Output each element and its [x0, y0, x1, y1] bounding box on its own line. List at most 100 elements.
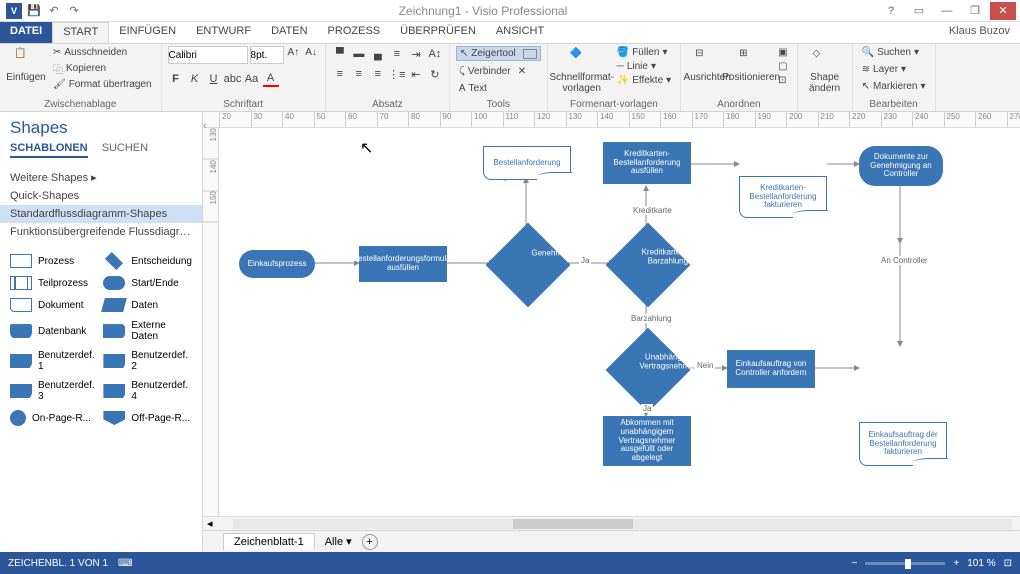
numbering-icon[interactable]: ⋮≡ [389, 66, 405, 82]
node-cc-invoice[interactable]: Kreditkarten-Bestellanforderung fakturie… [739, 176, 827, 218]
stencil-crossfunc[interactable]: Funktionsübergreifende Flussdiagramm-Sha… [0, 223, 202, 241]
node-order-invoice[interactable]: Einkaufsauftrag der Bestellanforderung f… [859, 422, 947, 466]
align-right-icon[interactable]: ≡ [370, 66, 386, 82]
tab-review[interactable]: ÜBERPRÜFEN [390, 22, 486, 43]
node-contractor[interactable]: Unabhängiger Vertragsnehmer? [616, 338, 680, 402]
bold-button[interactable]: F [168, 71, 184, 87]
change-shape-button[interactable]: ◇Shape ändern [804, 46, 846, 96]
group-button[interactable]: ⊡ [775, 74, 790, 87]
tab-view[interactable]: ANSICHT [486, 22, 554, 43]
send-back-button[interactable]: ▢ [775, 60, 790, 73]
layer-button[interactable]: ≋Layer ▾ [859, 63, 909, 76]
node-form[interactable]: Bestellanforderungsformular ausfüllen [359, 246, 447, 282]
node-agreement[interactable]: Abkommen mit unabhängigem Vertragsnehmer… [603, 416, 691, 466]
maximize-button[interactable]: ❐ [962, 2, 988, 20]
node-approved[interactable]: Genehmigt? [496, 233, 560, 297]
quick-styles-button[interactable]: 🔷 Schnellformat-vorlagen [554, 46, 610, 96]
visio-icon[interactable]: V [6, 3, 22, 19]
tab-data[interactable]: DATEN [261, 22, 317, 43]
underline-button[interactable]: U [206, 71, 222, 87]
sheet-all[interactable]: Alle ▾ [325, 535, 352, 548]
grow-font-icon[interactable]: A↑ [286, 46, 302, 64]
align-bottom-icon[interactable]: ▄ [370, 46, 386, 62]
text-dir-icon[interactable]: A↕ [427, 46, 443, 62]
scroll-left-icon[interactable]: ◂ [207, 517, 213, 530]
shape-master[interactable]: Benutzerdef. 2 [101, 347, 194, 375]
ribbon-toggle-icon[interactable]: ▭ [906, 2, 932, 20]
connector-tool-button[interactable]: ⤹Verbinder✕ [456, 65, 529, 78]
shape-master[interactable]: Dokument [8, 295, 99, 315]
copy-button[interactable]: ⿻Kopieren [50, 60, 155, 77]
search-tab[interactable]: SUCHEN [102, 142, 148, 158]
node-req-doc[interactable]: Bestellanforderung [483, 146, 571, 180]
shape-master[interactable]: Externe Daten [101, 317, 194, 345]
stencils-tab[interactable]: SCHABLONEN [10, 142, 88, 158]
zoom-slider[interactable] [865, 562, 945, 565]
close-button[interactable]: ✕ [990, 2, 1016, 20]
format-painter-button[interactable]: 🖌Format übertragen [50, 78, 155, 91]
strike-button[interactable]: abc [225, 71, 241, 87]
tab-file[interactable]: DATEI [0, 22, 52, 43]
user-name[interactable]: Klaus Buzov [939, 22, 1020, 43]
tab-design[interactable]: ENTWURF [186, 22, 261, 43]
outdent-icon[interactable]: ⇤ [408, 66, 424, 82]
case-button[interactable]: Aa [244, 71, 260, 87]
stencil-quick[interactable]: Quick-Shapes [0, 187, 202, 205]
shape-master[interactable]: Benutzerdef. 1 [8, 347, 99, 375]
align-top-icon[interactable]: ▀ [332, 46, 348, 62]
align-middle-icon[interactable]: ▬ [351, 46, 367, 62]
shape-master[interactable]: Teilprozess [8, 273, 99, 293]
node-docs-ctrl[interactable]: Dokumente zur Genehmigung an Controller [859, 146, 943, 186]
italic-button[interactable]: K [187, 71, 203, 87]
position-button[interactable]: ⊞Positionieren [731, 46, 771, 85]
node-order-ctrl[interactable]: Einkaufsauftrag von Controller anfordern [727, 350, 815, 388]
bring-front-button[interactable]: ▣ [775, 46, 790, 59]
panel-collapse-icon[interactable]: ‹ [203, 116, 213, 136]
align-left-icon[interactable]: ≡ [332, 66, 348, 82]
paste-button[interactable]: 📋 Einfügen [6, 46, 46, 85]
undo-icon[interactable]: ↶ [46, 3, 62, 19]
help-icon[interactable]: ? [878, 2, 904, 20]
tab-process[interactable]: PROZESS [318, 22, 391, 43]
save-icon[interactable]: 💾 [26, 3, 42, 19]
indent-icon[interactable]: ⇥ [408, 46, 424, 62]
font-name-input[interactable] [168, 46, 248, 64]
bullets-icon[interactable]: ≡ [389, 46, 405, 62]
redo-icon[interactable]: ↷ [66, 3, 82, 19]
rotate-text-icon[interactable]: ↻ [427, 66, 443, 82]
find-button[interactable]: 🔍Suchen ▾ [859, 46, 922, 59]
zoom-in-button[interactable]: + [953, 558, 959, 569]
tab-start[interactable]: START [52, 22, 109, 43]
zoom-out-button[interactable]: − [852, 558, 858, 569]
font-size-input[interactable] [250, 46, 284, 64]
font-color-button[interactable]: A [263, 71, 279, 87]
lang-icon[interactable]: ⌨ [118, 558, 132, 569]
sheet-tab-1[interactable]: Zeichenblatt-1 [223, 533, 315, 550]
tab-insert[interactable]: EINFÜGEN [109, 22, 186, 43]
node-cc-fill[interactable]: Kreditkarten-Bestellanforderung ausfülle… [603, 142, 691, 184]
fit-window-icon[interactable]: ⊡ [1004, 558, 1012, 569]
h-scrollbar[interactable] [233, 519, 1013, 529]
fill-button[interactable]: 🪣Füllen ▾ [614, 46, 674, 59]
shape-master[interactable]: Daten [101, 295, 194, 315]
shape-master[interactable]: Start/Ende [101, 273, 194, 293]
node-start[interactable]: Einkaufsprozess [239, 250, 315, 278]
shape-master[interactable]: Datenbank [8, 317, 99, 345]
minimize-button[interactable]: — [934, 2, 960, 20]
effects-button[interactable]: ✨Effekte ▾ [614, 74, 674, 87]
node-payment[interactable]: Kreditkarte oder Barzahlung? [616, 233, 680, 297]
shape-master[interactable]: Entscheidung [101, 251, 194, 271]
shrink-font-icon[interactable]: A↓ [303, 46, 319, 64]
shape-master[interactable]: Prozess [8, 251, 99, 271]
pointer-tool-button[interactable]: ↖Zeigertool [456, 46, 541, 61]
drawing-canvas[interactable]: Einkaufsprozess Bestellanforderungsformu… [219, 128, 1020, 516]
stencil-more[interactable]: Weitere Shapes ▸ [0, 168, 202, 187]
select-button[interactable]: ↖Markieren ▾ [859, 80, 929, 93]
shape-master[interactable]: On-Page-R... [8, 407, 99, 429]
add-sheet-button[interactable]: + [362, 534, 378, 550]
line-button[interactable]: ─Linie ▾ [614, 60, 674, 73]
zoom-level[interactable]: 101 % [967, 558, 995, 569]
align-button[interactable]: ⊟Ausrichten [687, 46, 727, 85]
stencil-flowchart[interactable]: Standardflussdiagramm-Shapes [0, 205, 202, 223]
cut-button[interactable]: ✂Ausschneiden [50, 46, 155, 59]
